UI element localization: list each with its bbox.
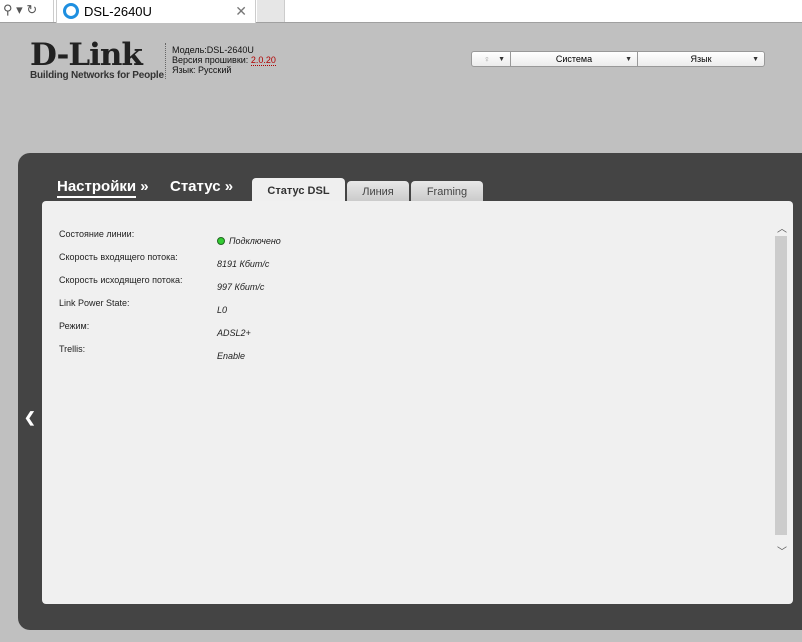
row-label: Trellis: (59, 344, 86, 354)
firmware-version: 2.0.20 (250, 55, 276, 66)
new-tab-button[interactable] (257, 0, 285, 22)
language-menu[interactable]: Язык ▼ (638, 52, 764, 66)
row-label: Состояние линии: (59, 229, 135, 239)
tab-bar: Статус DSL Линия Framing (252, 177, 483, 203)
lightbulb-icon: ♀ (483, 54, 491, 64)
browser-tab[interactable]: DSL-2640U ✕ (56, 0, 256, 23)
row-label: Скорость исходящего потока: (59, 275, 183, 285)
logo-text: D-Link (30, 37, 143, 73)
dlink-logo: D-Link Building Networks for People (30, 37, 164, 82)
tab-dsl-status[interactable]: Статус DSL (252, 178, 345, 203)
close-tab-icon[interactable]: ✕ (235, 3, 247, 20)
status-table: Состояние линии: Подключено Скорость вход… (59, 229, 281, 367)
hint-menu[interactable]: ♀ ▼ (472, 52, 511, 66)
scroll-down-icon[interactable]: ﹀ (777, 543, 787, 558)
search-icon[interactable]: ⚲ (3, 2, 13, 17)
status-dot-icon (217, 236, 225, 245)
tab-framing[interactable]: Framing (411, 181, 483, 203)
refresh-icon[interactable]: ↻ (26, 2, 37, 17)
browser-nav: ⚲ ▾ ↻ (0, 0, 54, 22)
row-label: Режим: (59, 321, 90, 331)
status-row: Скорость входящего потока: 8191 Кбит/с (59, 252, 281, 275)
device-info: Модель:DSL-2640U Версия прошивки: 2.0.20… (172, 45, 276, 75)
collapse-left-icon[interactable]: ❮ (24, 409, 36, 426)
system-menu[interactable]: Система ▼ (511, 52, 638, 66)
content-panel: Состояние линии: Подключено Скорость вход… (42, 201, 793, 604)
row-value: Enable (217, 350, 246, 361)
status-row: Link Power State: L0 (59, 298, 281, 321)
row-label: Link Power State: (59, 298, 130, 308)
status-row: Trellis: Enable (59, 344, 281, 367)
ie-icon (63, 3, 79, 19)
settings-link[interactable]: Настройки (57, 178, 137, 198)
breadcrumb-settings[interactable]: Настройки » (57, 178, 149, 198)
logo-tagline: Building Networks for People (30, 70, 164, 81)
chevron-down-icon: ▼ (498, 55, 505, 63)
scrollbar[interactable] (775, 236, 787, 535)
top-menu: ♀ ▼ Система ▼ Язык ▼ (471, 51, 765, 67)
row-value: ADSL2+ (217, 327, 251, 338)
row-label: Скорость входящего потока: (59, 252, 178, 262)
model: Модель:DSL-2640U (172, 45, 254, 55)
tab-title: DSL-2640U (84, 4, 152, 19)
status-row: Состояние линии: Подключено (59, 229, 281, 252)
chevron-down-icon: ▼ (752, 55, 759, 63)
divider (165, 43, 166, 79)
system-label: Система (555, 54, 593, 64)
breadcrumb-status[interactable]: Статус » (170, 178, 233, 195)
row-value: 997 Кбит/с (217, 281, 265, 292)
breadcrumb-sep: » (136, 178, 149, 195)
scroll-up-icon[interactable]: ︿ (777, 220, 787, 235)
firmware-label: Версия прошивки: (172, 55, 249, 65)
language-label: Язык (690, 54, 712, 64)
tab-line[interactable]: Линия (347, 181, 409, 203)
dropdown-icon[interactable]: ▾ (16, 2, 23, 17)
language-info: Язык: Русский (172, 65, 232, 75)
row-value: Подключено (229, 235, 281, 246)
chevron-down-icon: ▼ (625, 55, 632, 63)
row-value: 8191 Кбит/с (217, 258, 270, 269)
status-row: Скорость исходящего потока: 997 Кбит/с (59, 275, 281, 298)
browser-toolbar: ⚲ ▾ ↻ DSL-2640U ✕ (0, 0, 802, 23)
row-value: L0 (217, 304, 228, 315)
status-row: Режим: ADSL2+ (59, 321, 281, 344)
